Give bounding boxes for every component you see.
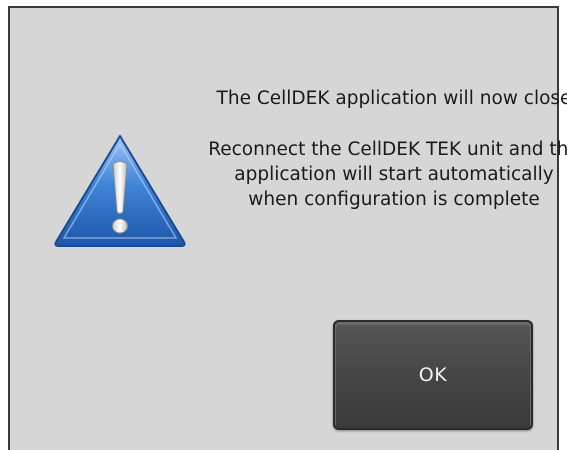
- dialog-message: The CellDEK application will now close R…: [208, 86, 567, 212]
- warning-icon: [50, 130, 190, 250]
- dialog-window: The CellDEK application will now close R…: [8, 6, 567, 450]
- message-reconnect-instructions: Reconnect the CellDEK TEK unit and the a…: [208, 139, 567, 210]
- message-close-notice: The CellDEK application will now close: [216, 88, 567, 109]
- ok-button[interactable]: OK: [333, 320, 533, 430]
- ok-button-label: OK: [418, 364, 448, 386]
